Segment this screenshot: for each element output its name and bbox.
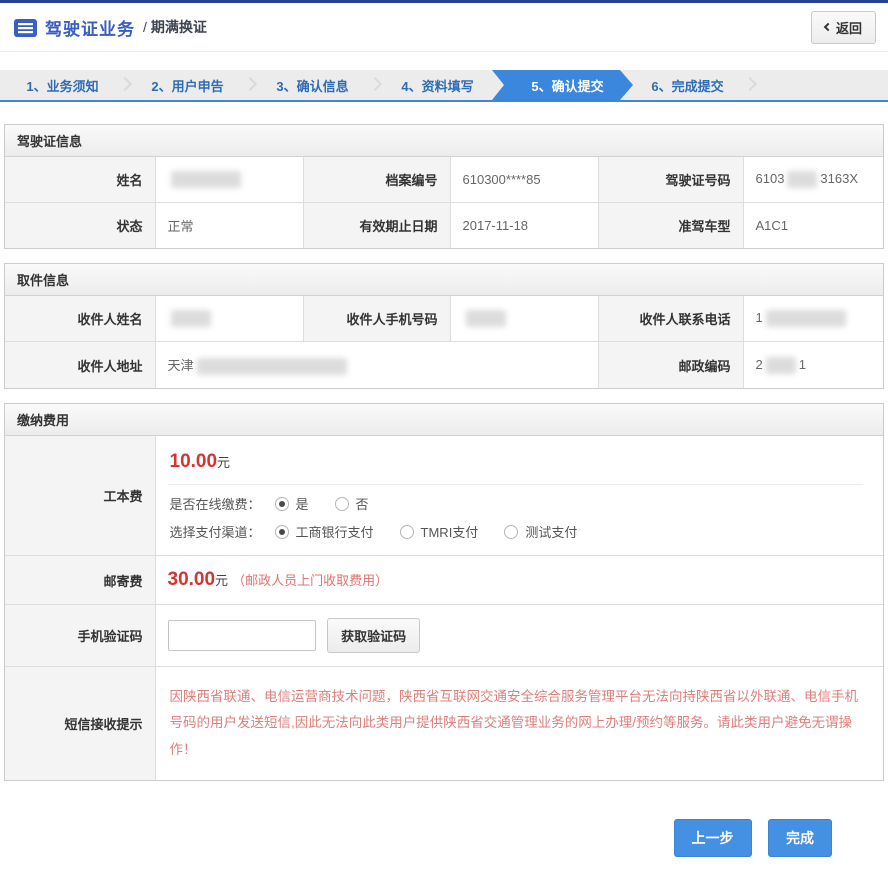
step-5-confirm-submit-active[interactable]: 5、确认提交 — [492, 70, 633, 100]
online-pay-choice: 是否在线缴费： 是 否 — [168, 485, 872, 513]
radio-selected-icon — [275, 525, 289, 539]
pay-channel-choice: 选择支付渠道： 工商银行支付 TMRI支付 测试支付 — [168, 513, 872, 555]
online-pay-question: 是否在线缴费： — [170, 494, 261, 513]
table-row: 姓名 档案编号 610300****85 驾驶证号码 61033163X — [5, 157, 883, 203]
recipient-phone-value: 1 — [743, 296, 883, 342]
postal-code-value: 21 — [743, 342, 883, 389]
table-row: 短信接收提示 因陕西省联通、电信运营商技术问题，陕西省互联网交通安全综合服务管理… — [5, 667, 883, 780]
step-1-business-notice[interactable]: 1、业务须知 — [0, 70, 125, 100]
table-row: 手机验证码 获取验证码 — [5, 605, 883, 667]
step-4-fill-data[interactable]: 4、资料填写 — [375, 70, 500, 100]
vehicle-class-label: 准驾车型 — [598, 203, 743, 249]
page-header: 驾驶证业务 /期满换证 返回 — [0, 3, 888, 52]
radio-channel-icbc[interactable]: 工商银行支付 — [275, 522, 374, 541]
finish-button[interactable]: 完成 — [768, 819, 832, 857]
recipient-name-value — [155, 296, 303, 342]
radio-channel-test[interactable]: 测试支付 — [504, 522, 577, 541]
postal-code-label: 邮政编码 — [598, 342, 743, 389]
radio-icon — [400, 525, 414, 539]
production-fee-amount: 10.00元 — [168, 436, 872, 484]
radio-online-no[interactable]: 否 — [335, 494, 369, 513]
recipient-mobile-value — [450, 296, 598, 342]
redacted-blur — [197, 358, 347, 375]
redacted-blur — [171, 310, 211, 327]
license-no-label: 驾驶证号码 — [598, 157, 743, 203]
table-row: 状态 正常 有效期止日期 2017-11-18 准驾车型 A1C1 — [5, 203, 883, 249]
production-fee-cell: 10.00元 是否在线缴费： 是 否 选择支付渠道： — [155, 436, 883, 556]
mail-fee-note: （邮政人员上门收取费用） — [232, 573, 388, 588]
step-2-user-declaration[interactable]: 2、用户申告 — [125, 70, 250, 100]
radio-online-yes[interactable]: 是 — [275, 494, 309, 513]
file-no-value: 610300****85 — [450, 157, 598, 203]
license-list-icon — [14, 19, 37, 37]
redacted-blur — [787, 171, 817, 188]
back-button[interactable]: 返回 — [811, 11, 876, 44]
valid-until-value: 2017-11-18 — [450, 203, 598, 249]
table-row: 收件人地址 天津 邮政编码 21 — [5, 342, 883, 389]
chevron-left-icon — [824, 23, 832, 31]
step-progress-bar: 1、业务须知 2、用户申告 3、确认信息 4、资料填写 5、确认提交 6、完成提… — [0, 70, 888, 102]
mail-fee-cell: 30.00元（邮政人员上门收取费用） — [155, 556, 883, 605]
redacted-blur — [766, 357, 796, 374]
redacted-blur — [171, 171, 241, 188]
license-info-table: 姓名 档案编号 610300****85 驾驶证号码 61033163X 状态 … — [5, 157, 883, 248]
step-3-confirm-info[interactable]: 3、确认信息 — [250, 70, 375, 100]
production-fee-label: 工本费 — [5, 436, 155, 556]
radio-channel-tmri[interactable]: TMRI支付 — [400, 522, 479, 541]
license-info-section: 驾驶证信息 姓名 档案编号 610300****85 驾驶证号码 6103316… — [4, 124, 884, 249]
captcha-cell: 获取验证码 — [155, 605, 883, 667]
name-value — [155, 157, 303, 203]
mail-fee-label: 邮寄费 — [5, 556, 155, 605]
pickup-info-section: 取件信息 收件人姓名 收件人手机号码 收件人联系电话 1 收件人地址 天津 邮政… — [4, 263, 884, 389]
file-no-label: 档案编号 — [303, 157, 450, 203]
breadcrumb-current: /期满换证 — [143, 17, 207, 37]
sms-tip-cell: 因陕西省联通、电信运营商技术问题，陕西省互联网交通安全综合服务管理平台无法向持陕… — [155, 667, 883, 780]
get-captcha-button[interactable]: 获取验证码 — [327, 618, 420, 653]
table-row: 邮寄费 30.00元（邮政人员上门收取费用） — [5, 556, 883, 605]
license-no-value: 61033163X — [743, 157, 883, 203]
recipient-name-label: 收件人姓名 — [5, 296, 155, 342]
captcha-input[interactable] — [168, 620, 316, 651]
recipient-mobile-label: 收件人手机号码 — [303, 296, 450, 342]
footer-actions: 上一步 完成 — [0, 781, 888, 877]
payment-table: 工本费 10.00元 是否在线缴费： 是 否 选择支付渠道： — [5, 436, 883, 780]
section-title: 缴纳费用 — [5, 404, 883, 436]
sms-tip-text: 因陕西省联通、电信运营商技术问题，陕西省互联网交通安全综合服务管理平台无法向持陕… — [168, 680, 872, 767]
recipient-phone-label: 收件人联系电话 — [598, 296, 743, 342]
vehicle-class-value: A1C1 — [743, 203, 883, 249]
redacted-blur — [466, 310, 506, 327]
step-6-complete-submit[interactable]: 6、完成提交 — [625, 70, 750, 100]
redacted-blur — [766, 310, 846, 327]
status-value: 正常 — [155, 203, 303, 249]
radio-icon — [504, 525, 518, 539]
status-label: 状态 — [5, 203, 155, 249]
pay-channel-question: 选择支付渠道： — [170, 522, 261, 541]
pickup-info-table: 收件人姓名 收件人手机号码 收件人联系电话 1 收件人地址 天津 邮政编码 21 — [5, 296, 883, 388]
radio-icon — [335, 497, 349, 511]
previous-step-button[interactable]: 上一步 — [674, 819, 752, 857]
step-bar-filler — [750, 70, 888, 100]
name-label: 姓名 — [5, 157, 155, 203]
section-title: 驾驶证信息 — [5, 125, 883, 157]
sms-tip-label: 短信接收提示 — [5, 667, 155, 780]
captcha-label: 手机验证码 — [5, 605, 155, 667]
radio-selected-icon — [275, 497, 289, 511]
table-row: 工本费 10.00元 是否在线缴费： 是 否 选择支付渠道： — [5, 436, 883, 556]
address-label: 收件人地址 — [5, 342, 155, 389]
payment-section: 缴纳费用 工本费 10.00元 是否在线缴费： 是 否 — [4, 403, 884, 781]
page-title: 驾驶证业务 — [45, 15, 135, 40]
table-row: 收件人姓名 收件人手机号码 收件人联系电话 1 — [5, 296, 883, 342]
address-value: 天津 — [155, 342, 598, 389]
section-title: 取件信息 — [5, 264, 883, 296]
valid-until-label: 有效期止日期 — [303, 203, 450, 249]
